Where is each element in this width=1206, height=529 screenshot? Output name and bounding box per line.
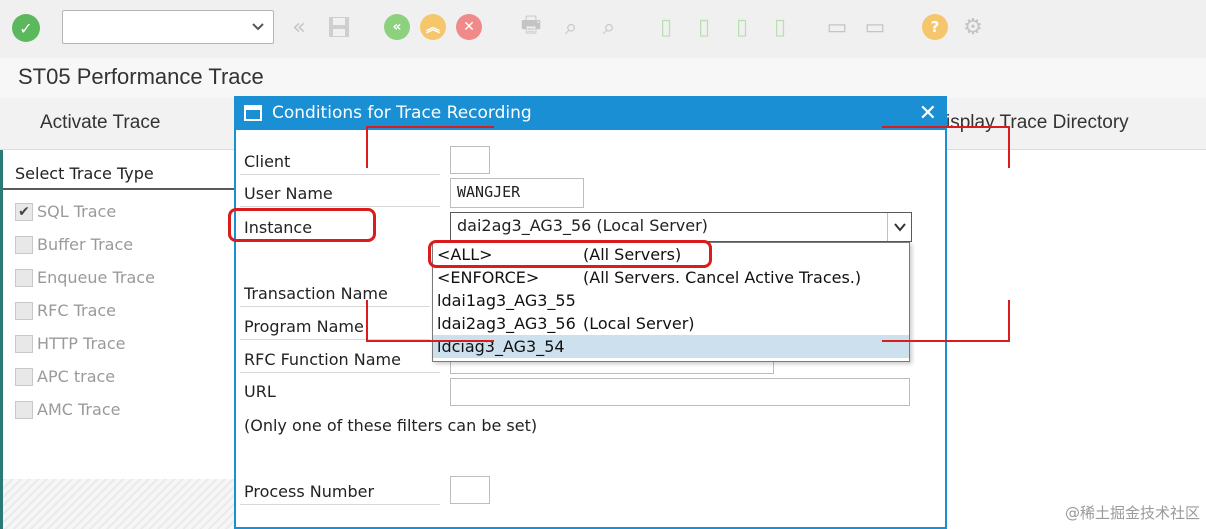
annotation-line [882,340,1010,342]
trace-option-label: APC trace [37,367,116,386]
user-name-label: User Name [244,184,333,203]
trace-option-sql[interactable]: ✔ SQL Trace [15,202,116,221]
checkbox-icon[interactable] [15,367,33,386]
annotation-line [366,126,368,168]
user-name-field[interactable]: WANGJER [450,178,584,208]
trace-option-label: AMC Trace [37,400,121,419]
divider [240,504,440,505]
find-icon[interactable]: ⌕ [556,12,586,42]
process-number-field[interactable] [450,476,490,504]
checkbox-icon[interactable] [15,268,33,287]
option-key: <ENFORCE> [437,268,540,287]
cancel-icon[interactable]: ✕ [456,14,482,40]
option-desc: (Local Server) [583,314,695,333]
divider [240,206,440,207]
instance-option-ldciag3[interactable]: ldciag3_AG3_54 [433,335,909,358]
shortcut-icon[interactable]: ▭ [860,12,890,42]
annotation-box-instance [228,208,376,242]
trace-option-label: Enqueue Trace [37,268,155,287]
instance-option-enforce[interactable]: <ENFORCE> (All Servers. Cancel Active Tr… [433,266,909,289]
option-key: ldai2ag3_AG3_56 [437,314,576,333]
first-page-icon[interactable]: ▯ [652,12,680,42]
conditions-dialog: Conditions for Trace Recording ✕ Client … [228,96,947,529]
annotation-line [1008,126,1010,168]
dialog-title: Conditions for Trace Recording [272,103,532,123]
checkbox-icon[interactable] [15,301,33,320]
divider [240,174,440,175]
trace-option-enqueue[interactable]: Enqueue Trace [15,268,155,287]
create-session-icon[interactable]: ▭ [822,12,852,42]
checkbox-icon[interactable] [15,400,33,419]
enter-icon[interactable]: ✓ [12,14,40,42]
close-icon[interactable]: ✕ [919,101,937,126]
trace-type-panel: Select Trace Type ✔ SQL Trace Buffer Tra… [0,150,239,529]
chevron-down-icon[interactable] [887,213,911,241]
trace-option-label: HTTP Trace [37,334,126,353]
rfc-function-name-label: RFC Function Name [244,350,401,369]
instance-selected-value: dai2ag3_AG3_56 (Local Server) [457,216,708,235]
program-name-label: Program Name [244,317,364,336]
trace-option-label: Buffer Trace [37,235,134,254]
command-field[interactable] [62,10,274,44]
annotation-line [1008,300,1010,342]
chevron-down-icon[interactable] [249,17,267,35]
title-bar: ST05 Performance Trace [0,58,1206,98]
client-label: Client [244,152,291,171]
checkbox-icon[interactable] [15,235,33,254]
trace-option-http[interactable]: HTTP Trace [15,334,125,353]
url-label: URL [244,382,276,401]
divider [3,188,239,190]
trace-option-rfc[interactable]: RFC Trace [15,301,116,320]
annotation-line [366,126,494,128]
display-trace-directory-button[interactable]: isplay Trace Directory [946,112,1129,134]
trace-option-label: SQL Trace [37,202,117,221]
client-field[interactable] [450,146,490,174]
exit-icon[interactable]: ︽ [420,14,446,40]
trace-option-apc[interactable]: APC trace [15,367,115,386]
instance-option-ldai1ag3[interactable]: ldai1ag3_AG3_55 [433,289,909,312]
trace-option-amc[interactable]: AMC Trace [15,400,120,419]
settings-icon[interactable]: ⚙ [958,12,988,42]
help-icon[interactable]: ? [922,14,948,40]
checkbox-checked-icon[interactable]: ✔ [15,202,33,221]
save-icon[interactable] [326,14,352,40]
instance-select[interactable]: dai2ag3_AG3_56 (Local Server) [450,212,912,242]
annotation-line [366,340,494,342]
page-title: ST05 Performance Trace [18,64,264,89]
find-next-icon[interactable]: ⌕ [594,12,624,42]
divider [240,306,430,307]
print-icon[interactable]: 🖶 [516,12,546,42]
divider [240,372,440,373]
dialog-window-icon [244,105,262,121]
filter-note: (Only one of these filters can be set) [244,416,538,435]
previous-page-icon[interactable]: ▯ [690,12,718,42]
annotation-line [882,126,1010,128]
watermark: @稀土掘金技术社区 [1064,504,1200,522]
option-key: ldai1ag3_AG3_55 [437,291,576,310]
back-icon[interactable]: « [384,14,410,40]
url-field[interactable] [450,378,910,406]
back-double-icon[interactable]: « [284,12,314,42]
dialog-header: Conditions for Trace Recording ✕ [236,98,945,130]
checkbox-icon[interactable] [15,334,33,353]
activate-trace-button[interactable]: Activate Trace [40,112,160,134]
trace-option-buffer[interactable]: Buffer Trace [15,235,133,254]
next-page-icon[interactable]: ▯ [728,12,756,42]
instance-option-ldai2ag3[interactable]: ldai2ag3_AG3_56 (Local Server) [433,312,909,335]
hatched-area [3,479,239,529]
option-desc: (All Servers. Cancel Active Traces.) [583,268,862,287]
trace-option-label: RFC Trace [37,301,117,320]
annotation-box-all-servers [428,240,712,268]
panel-title: Select Trace Type [15,164,154,183]
toolbar: ✓ « « ︽ ✕ 🖶 ⌕ ⌕ ▯ ▯ ▯ ▯ ▭ ▭ ? ⚙ [0,0,1206,58]
process-number-label: Process Number [244,482,375,501]
annotation-line [366,300,368,342]
last-page-icon[interactable]: ▯ [766,12,794,42]
